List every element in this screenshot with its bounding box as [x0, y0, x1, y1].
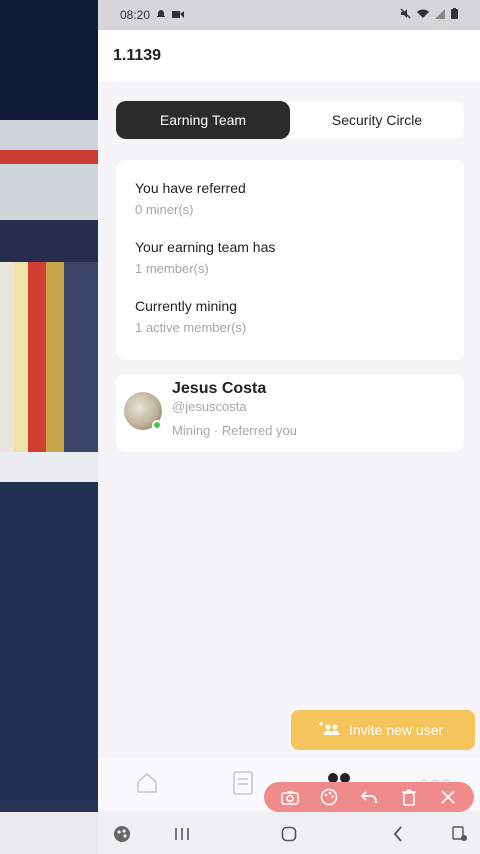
- home-button-icon[interactable]: [279, 824, 299, 844]
- back-icon[interactable]: [388, 824, 408, 844]
- signal-icon: [435, 8, 445, 22]
- close-icon[interactable]: [437, 786, 459, 808]
- stat-value: 1 active member(s): [135, 320, 247, 335]
- trash-icon[interactable]: [398, 786, 420, 808]
- accessibility-icon[interactable]: [112, 824, 132, 844]
- phone-screen: 08:20 1.1139 Earning Team Security Circl…: [98, 0, 480, 854]
- camera-icon[interactable]: [279, 786, 301, 808]
- background-scene: [0, 0, 98, 854]
- palette-icon[interactable]: [318, 786, 340, 808]
- add-users-icon: [317, 721, 341, 740]
- screen-recorder-toolbar: [264, 782, 474, 812]
- stat-label: Currently mining: [135, 298, 237, 314]
- stat-team-size: Your earning team has 1 member(s): [135, 239, 445, 276]
- member-name: Jesus Costa: [172, 380, 267, 397]
- mute-icon: [400, 8, 411, 22]
- top-bar: 1.1139: [98, 30, 480, 82]
- member-status: Mining · Referred you: [172, 423, 297, 438]
- stat-label: Your earning team has: [135, 239, 276, 255]
- team-stats-card: You have referred 0 miner(s) Your earnin…: [116, 160, 464, 360]
- balance-value: 1.1139: [113, 47, 162, 64]
- document-icon[interactable]: [228, 768, 258, 798]
- tab-earning-team[interactable]: Earning Team: [116, 101, 290, 139]
- stat-value: 1 member(s): [135, 261, 209, 276]
- status-bar: 08:20: [98, 0, 480, 30]
- system-nav-bar: [98, 812, 480, 854]
- tab-security-circle[interactable]: Security Circle: [290, 101, 464, 139]
- stat-referred: You have referred 0 miner(s): [135, 180, 445, 217]
- invite-new-user-button[interactable]: Invite new user: [291, 710, 475, 750]
- keyboard-switch-icon[interactable]: [450, 824, 470, 844]
- battery-icon: [451, 8, 458, 22]
- stat-value: 0 miner(s): [135, 202, 194, 217]
- recent-apps-icon[interactable]: [172, 824, 192, 844]
- online-indicator: [152, 420, 162, 430]
- stat-mining: Currently mining 1 active member(s): [135, 298, 445, 335]
- video-icon: [172, 8, 185, 22]
- home-icon[interactable]: [132, 768, 162, 798]
- team-tabs: Earning Team Security Circle: [116, 101, 464, 139]
- wifi-icon: [417, 9, 429, 22]
- stat-label: You have referred: [135, 180, 246, 196]
- undo-icon[interactable]: [358, 786, 380, 808]
- status-time: 08:20: [120, 8, 151, 22]
- member-handle: @jesuscosta: [172, 399, 247, 414]
- background-books: [0, 262, 98, 462]
- member-card[interactable]: Jesus Costa @jesuscosta Mining · Referre…: [116, 374, 464, 452]
- background-book-row: [0, 150, 98, 164]
- background-lower-wall: [0, 482, 98, 802]
- bell-icon: [156, 8, 166, 22]
- background-shelf-bottom: [0, 452, 98, 482]
- invite-label: Invite new user: [349, 722, 444, 738]
- background-nav-strip: [0, 812, 98, 854]
- background-shelf-top: [0, 120, 98, 220]
